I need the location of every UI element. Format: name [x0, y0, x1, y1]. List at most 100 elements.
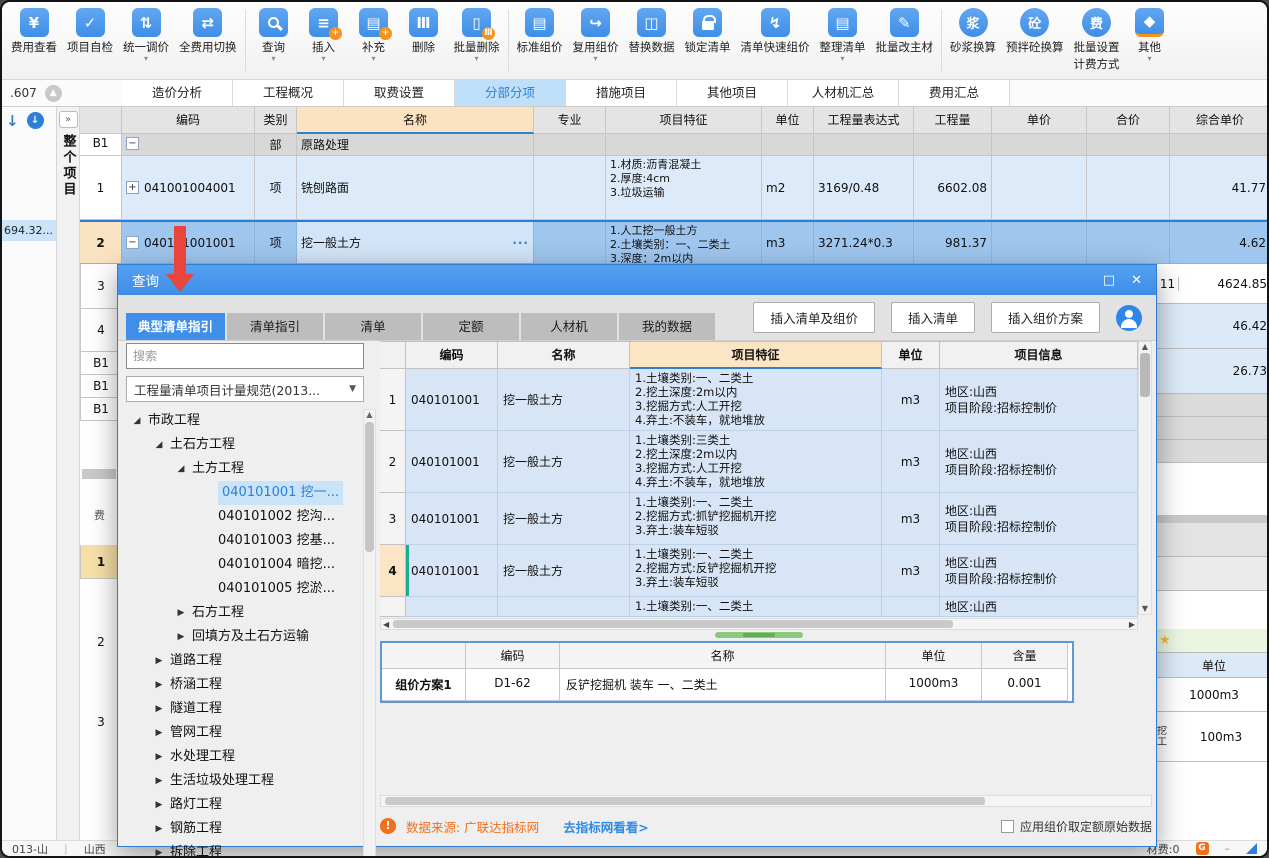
modal-bottom-hscrollbar[interactable] [380, 795, 1152, 807]
toolbar-batch-edit-material[interactable]: ✎批量改主材 [871, 7, 939, 64]
col-major[interactable]: 专业 [534, 107, 606, 134]
toolbar-organize-list[interactable]: ▤整理清单▾ [815, 7, 871, 64]
query-row[interactable]: 3 040101001 挖一般土方 1.土壤类别:一、二类土2.挖掘方式:抓铲挖… [380, 493, 1138, 545]
whole-project-label[interactable]: 整个项目 [59, 134, 78, 198]
toolbar-replace-data[interactable]: ◫替换数据 [624, 7, 680, 64]
col-code[interactable]: 编码 [122, 107, 255, 134]
dialog-titlebar[interactable]: 查询 □ ✕ [118, 265, 1156, 295]
toolbar-insert[interactable]: ≡+插入▾ [299, 7, 349, 64]
table-row[interactable]: 1 +041001004001 项 铣刨路面 1.材质:沥青混凝土2.厚度:4c… [80, 156, 1269, 220]
col-total-price[interactable]: 合价 [1087, 107, 1170, 134]
tree-node[interactable]: ▶钢筋工程 [126, 817, 376, 841]
splitter-drag-handle[interactable] [380, 632, 1138, 638]
query-table-vscrollbar[interactable]: ▲▼ [1138, 341, 1152, 615]
qcol-features[interactable]: 项目特征 [630, 341, 882, 369]
close-icon[interactable]: ✕ [1131, 273, 1142, 288]
collapse-node-icon[interactable]: − [126, 236, 139, 249]
dropdown-arrow-icon[interactable]: ▾ [144, 54, 148, 63]
tree-node[interactable]: ▶路灯工程 [126, 793, 376, 817]
qcol-info[interactable]: 项目信息 [940, 341, 1138, 369]
toolbar-lock-list[interactable]: 锁定清单 [680, 7, 736, 64]
maximize-icon[interactable]: □ [1103, 273, 1115, 288]
tree-node[interactable]: ◢土石方工程 [126, 433, 376, 457]
tree-node[interactable]: ▶回填方及土石方运输 [126, 625, 376, 649]
tree-node[interactable]: 040101002 挖沟... [126, 505, 376, 529]
tree-node[interactable]: ◢市政工程 [126, 409, 376, 433]
tree-node[interactable]: ▶管网工程 [126, 721, 376, 745]
dropdown-arrow-icon[interactable]: ▾ [1147, 54, 1151, 63]
tab-cost-analysis[interactable]: 造价分析 [122, 80, 233, 106]
tab-project-overview[interactable]: 工程概况 [233, 80, 344, 106]
taskbar-app-icon[interactable] [1246, 843, 1257, 854]
tree-node[interactable]: ▶道路工程 [126, 649, 376, 673]
tab-fee-settings[interactable]: 取费设置 [344, 80, 455, 106]
dropdown-arrow-icon[interactable]: ▾ [371, 54, 375, 63]
scheme-row[interactable]: 组价方案1 D1-62 反铲挖掘机 装车 一、二类土 1000m3 0.001 [382, 669, 1072, 701]
toolbar-reuse-pricing[interactable]: ↪复用组价▾ [568, 7, 624, 64]
standard-select[interactable]: 工程量清单项目计量规范(2013... ▼ [126, 376, 364, 402]
query-row[interactable]: 2 040101001 挖一般土方 1.土壤类别:三类土2.挖土深度:2m以内3… [380, 431, 1138, 493]
toolbar-full-cost-switch[interactable]: ⇄全费用切换 [174, 7, 242, 64]
tree-node[interactable]: ▶石方工程 [126, 601, 376, 625]
toolbar-delete[interactable]: Ⅲ删除 [399, 7, 449, 64]
insert-list-button[interactable]: 插入清单 [891, 302, 975, 333]
tab-measure-items[interactable]: 措施项目 [566, 80, 677, 106]
col-unit[interactable]: 单位 [762, 107, 814, 134]
toolbar-other[interactable]: ◆其他▾ [1125, 7, 1175, 64]
tree-node[interactable]: 040101004 暗挖... [126, 553, 376, 577]
collapse-node-icon[interactable]: − [126, 137, 139, 150]
col-qty-expr[interactable]: 工程量表达式 [814, 107, 914, 134]
amount-list-item[interactable]: 694.32... [2, 220, 56, 241]
more-options-button[interactable]: ··· [512, 236, 529, 250]
tree-node[interactable]: ▶生活垃圾处理工程 [126, 769, 376, 793]
tree-node[interactable]: ▶水处理工程 [126, 745, 376, 769]
qcol-unit[interactable]: 单位 [882, 341, 940, 369]
insert-pricing-scheme-button[interactable]: 插入组价方案 [991, 302, 1100, 333]
tree-node-selected[interactable]: 040101001 挖一... [126, 481, 376, 505]
query-table-hscrollbar[interactable]: ◀ ▶ [380, 618, 1138, 630]
toolbar-fee-mode[interactable]: 费批量设置计费方式 [1069, 7, 1125, 72]
qcol-name[interactable]: 名称 [498, 341, 630, 369]
horizontal-scrollbar[interactable] [1157, 515, 1269, 523]
toolbar-unified-price[interactable]: ⇅统一调价▾ [118, 7, 174, 64]
toolbar-search[interactable]: 查询▾ [249, 7, 299, 64]
col-unit-price[interactable]: 单价 [992, 107, 1087, 134]
dropdown-arrow-icon[interactable]: ▾ [840, 54, 844, 63]
user-avatar-icon[interactable] [1116, 305, 1142, 331]
tab-labor-material-summary[interactable]: 人材机汇总 [788, 80, 899, 106]
tab-subsection-items[interactable]: 分部分项 [455, 80, 566, 106]
table-row-selected[interactable]: 2 −040101001001 项 挖一般土方··· 1.人工挖一般土方2.土壤… [80, 220, 1269, 266]
tab-cost-summary[interactable]: 费用汇总 [899, 80, 1010, 106]
index-site-link[interactable]: 去指标网看看> [563, 817, 648, 836]
toolbar-project-check[interactable]: ✓项目自检 [62, 7, 118, 64]
col-qty[interactable]: 工程量 [914, 107, 992, 134]
qcol-code[interactable]: 编码 [406, 341, 498, 369]
down-arrow-icon[interactable]: ↓ [6, 112, 19, 130]
apply-original-quota-checkbox[interactable] [1001, 820, 1014, 833]
dropdown-arrow-icon[interactable]: ▾ [593, 54, 597, 63]
expand-node-icon[interactable]: + [126, 181, 139, 194]
toolbar-quick-pricing[interactable]: ↯清单快速组价 [736, 7, 815, 64]
col-features[interactable]: 项目特征 [606, 107, 762, 134]
dropdown-arrow-icon[interactable]: ▾ [474, 54, 478, 63]
dropdown-arrow-icon[interactable]: ▾ [321, 54, 325, 63]
star-icon[interactable]: ★ [1159, 633, 1171, 648]
tab-other-items[interactable]: 其他项目 [677, 80, 788, 106]
tree-node[interactable]: ▶桥涵工程 [126, 673, 376, 697]
query-row-selected[interactable]: 4 040101001 挖一般土方 1.土壤类别:一、二类土2.挖掘方式:反铲挖… [380, 545, 1138, 597]
download-icon[interactable]: ↓ [27, 112, 44, 129]
tab-quota[interactable]: 定额 [423, 313, 519, 340]
tree-node[interactable]: ◢土方工程 [126, 457, 376, 481]
insert-list-and-pricing-button[interactable]: 插入清单及组价 [753, 302, 875, 333]
collapse-up-icon[interactable]: ▲ [45, 85, 62, 102]
tree-scrollbar[interactable]: ▲▼ [363, 409, 376, 858]
toolbar-batch-delete[interactable]: ▯Ⅲ批量删除▾ [449, 7, 505, 64]
tree-node[interactable]: ▶隧道工程 [126, 697, 376, 721]
tab-list[interactable]: 清单 [325, 313, 421, 340]
tab-list-guide[interactable]: 清单指引 [227, 313, 323, 340]
col-name[interactable]: 名称 [297, 107, 534, 134]
tab-typical-list-guide[interactable]: 典型清单指引 [126, 313, 225, 340]
toolbar-mortar-convert[interactable]: 浆砂浆换算 [945, 7, 1001, 64]
tab-labor-material[interactable]: 人材机 [521, 313, 617, 340]
horizontal-scrollbar[interactable] [82, 469, 116, 479]
